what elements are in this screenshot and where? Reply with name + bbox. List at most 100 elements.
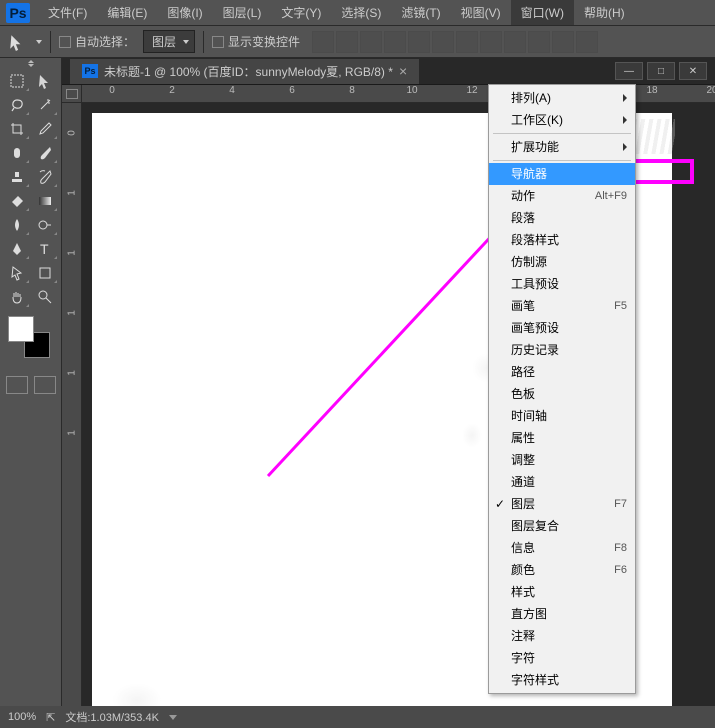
tool-marquee[interactable]: [4, 70, 30, 92]
menu-item[interactable]: 直方图: [489, 603, 635, 625]
align-btn[interactable]: [408, 31, 430, 53]
menu-item[interactable]: 字符: [489, 647, 635, 669]
menu-item[interactable]: 动作Alt+F9: [489, 185, 635, 207]
align-btn[interactable]: [336, 31, 358, 53]
tool-pen[interactable]: [4, 238, 30, 260]
align-btn[interactable]: [360, 31, 382, 53]
tool-healing[interactable]: [4, 142, 30, 164]
tool-eyedropper[interactable]: [32, 118, 58, 140]
move-tool-icon[interactable]: [8, 33, 26, 51]
align-btn[interactable]: [480, 31, 502, 53]
tool-blur[interactable]: [4, 214, 30, 236]
menu-item-label: 调整: [511, 452, 535, 468]
zoom-level[interactable]: 100%: [8, 711, 36, 723]
tool-crop[interactable]: [4, 118, 30, 140]
options-bar: 自动选择： 图层 显示变换控件: [0, 26, 715, 58]
ruler-vertical[interactable]: 0 1 1 1 1 1: [62, 103, 82, 706]
window-maximize[interactable]: □: [647, 62, 675, 80]
window-close[interactable]: ✕: [679, 62, 707, 80]
color-swatches[interactable]: [8, 316, 50, 358]
ruler-origin[interactable]: [62, 85, 82, 103]
menu-item[interactable]: 排列(A): [489, 87, 635, 109]
tool-gradient[interactable]: [32, 190, 58, 212]
menu-item[interactable]: 仿制源: [489, 251, 635, 273]
menu-item[interactable]: 注释: [489, 625, 635, 647]
menubar: Ps 文件(F) 编辑(E) 图像(I) 图层(L) 文字(Y) 选择(S) 滤…: [0, 0, 715, 26]
align-btn[interactable]: [576, 31, 598, 53]
align-btn[interactable]: [528, 31, 550, 53]
menu-layer[interactable]: 图层(L): [213, 0, 272, 25]
menu-item[interactable]: 工具预设: [489, 273, 635, 295]
menu-item[interactable]: 字符样式: [489, 669, 635, 691]
align-btn[interactable]: [312, 31, 334, 53]
tools-collapse-handle[interactable]: [24, 58, 38, 68]
quick-mask-btn[interactable]: [6, 376, 28, 394]
tool-lasso[interactable]: [4, 94, 30, 116]
tool-preset-dropdown[interactable]: [36, 40, 42, 44]
tool-dodge[interactable]: [32, 214, 58, 236]
menu-item-label: 样式: [511, 584, 535, 600]
export-icon[interactable]: ⇱: [46, 711, 55, 724]
menu-item[interactable]: 通道: [489, 471, 635, 493]
tool-eraser[interactable]: [4, 190, 30, 212]
menu-item[interactable]: 工作区(K): [489, 109, 635, 131]
align-btn[interactable]: [552, 31, 574, 53]
tool-hand[interactable]: [4, 286, 30, 308]
tool-zoom[interactable]: [32, 286, 58, 308]
menu-window[interactable]: 窗口(W): [511, 0, 574, 25]
document-tab[interactable]: Ps 未标题-1 @ 100% (百度ID：sunnyMelody夏, RGB/…: [70, 59, 419, 84]
show-transform-checkbox[interactable]: [212, 36, 224, 48]
tool-shape[interactable]: [32, 262, 58, 284]
menu-item[interactable]: 信息F8: [489, 537, 635, 559]
menu-image[interactable]: 图像(I): [157, 0, 212, 25]
menu-item[interactable]: 色板: [489, 383, 635, 405]
menu-item[interactable]: 段落样式: [489, 229, 635, 251]
menu-item[interactable]: 历史记录: [489, 339, 635, 361]
auto-select-option[interactable]: 自动选择：: [59, 33, 135, 50]
menu-item[interactable]: ✓图层F7: [489, 493, 635, 515]
menu-view[interactable]: 视图(V): [451, 0, 511, 25]
auto-select-target[interactable]: 图层: [143, 30, 195, 53]
menu-item-label: 路径: [511, 364, 535, 380]
menu-file[interactable]: 文件(F): [38, 0, 97, 25]
divider: [203, 31, 204, 53]
menu-item[interactable]: 调整: [489, 449, 635, 471]
tool-path-select[interactable]: [4, 262, 30, 284]
tool-brush[interactable]: [32, 142, 58, 164]
screen-mode-btn[interactable]: [34, 376, 56, 394]
menu-item[interactable]: 段落: [489, 207, 635, 229]
align-btn[interactable]: [432, 31, 454, 53]
tool-history-brush[interactable]: [32, 166, 58, 188]
menu-filter[interactable]: 滤镜(T): [391, 0, 450, 25]
window-minimize[interactable]: —: [615, 62, 643, 80]
menu-item[interactable]: 路径: [489, 361, 635, 383]
menu-item[interactable]: 画笔预设: [489, 317, 635, 339]
tool-text[interactable]: T: [32, 238, 58, 260]
menu-type[interactable]: 文字(Y): [271, 0, 331, 25]
menu-item-label: 属性: [511, 430, 535, 446]
tool-magic-wand[interactable]: [32, 94, 58, 116]
doc-info-dropdown[interactable]: [169, 715, 177, 720]
menu-item[interactable]: 时间轴: [489, 405, 635, 427]
doc-info[interactable]: 文档:1.03M/353.4K: [65, 709, 159, 725]
menu-item[interactable]: 样式: [489, 581, 635, 603]
align-btn[interactable]: [384, 31, 406, 53]
menu-help[interactable]: 帮助(H): [574, 0, 635, 25]
align-btn[interactable]: [504, 31, 526, 53]
tool-move[interactable]: [32, 70, 58, 92]
menu-item[interactable]: 扩展功能: [489, 136, 635, 158]
document-title: 未标题-1 @ 100% (百度ID：sunnyMelody夏, RGB/8) …: [104, 63, 393, 80]
menu-item[interactable]: 颜色F6: [489, 559, 635, 581]
menu-select[interactable]: 选择(S): [331, 0, 391, 25]
tool-stamp[interactable]: [4, 166, 30, 188]
menu-item[interactable]: 属性: [489, 427, 635, 449]
tab-close-icon[interactable]: ×: [399, 63, 407, 79]
menu-item[interactable]: 图层复合: [489, 515, 635, 537]
menu-item[interactable]: 画笔F5: [489, 295, 635, 317]
show-transform-option[interactable]: 显示变换控件: [212, 33, 300, 50]
menu-edit[interactable]: 编辑(E): [97, 0, 157, 25]
menu-item[interactable]: 导航器: [489, 163, 635, 185]
auto-select-checkbox[interactable]: [59, 36, 71, 48]
align-btn[interactable]: [456, 31, 478, 53]
foreground-color[interactable]: [8, 316, 34, 342]
